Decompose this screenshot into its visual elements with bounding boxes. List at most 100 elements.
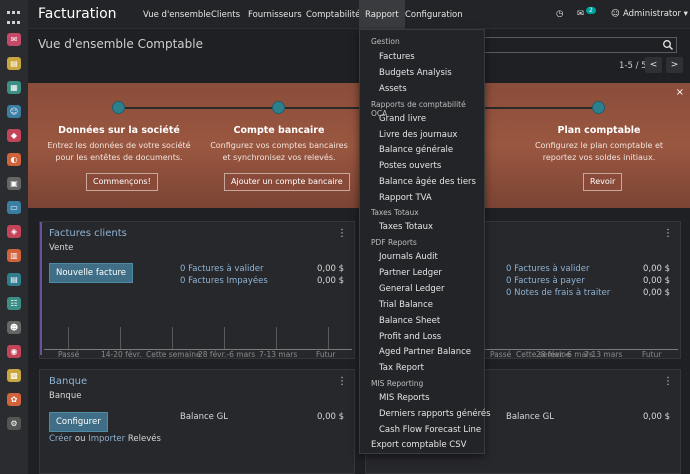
add-bank-account-button[interactable]: Ajouter un compte bancaire (224, 173, 350, 191)
step-title-chart: Plan comptable (557, 125, 641, 136)
review-button[interactable]: Revoir (583, 173, 623, 191)
new-invoice-button[interactable]: Nouvelle facture (49, 263, 133, 283)
invoices-to-validate-amount: 0,00 $ (316, 264, 344, 274)
dropdown-item-trial-balance[interactable]: Balance générale (379, 145, 453, 155)
crm-app-icon[interactable]: ◆ (7, 129, 21, 142)
axis-label: Futur (642, 350, 662, 359)
balance-gl-label: Balance GL (506, 412, 554, 422)
step-dot-chart (592, 101, 605, 114)
step-desc-company: Entrez les données de votre société pour … (47, 141, 191, 162)
axis-label: Passé (58, 350, 80, 359)
card-subtitle: Banque (49, 391, 82, 401)
reporting-app-icon[interactable]: ▩ (7, 369, 21, 382)
pos-app-icon[interactable]: ▣ (7, 177, 21, 190)
axis-label: Futur (316, 350, 336, 359)
sales-app-icon[interactable]: ◐ (7, 153, 21, 166)
card-title[interactable]: Banque (49, 376, 87, 387)
create-statement-link[interactable]: Créer (49, 434, 72, 444)
dropdown-section-header: Gestion (371, 37, 400, 46)
settings-app-icon[interactable]: ⚙ (7, 417, 21, 430)
chevron-down-icon: ▾ (683, 9, 688, 19)
pager-value[interactable]: 1-5 / 5 (619, 61, 647, 71)
dropdown-item-vat-report[interactable]: Rapport TVA (379, 193, 432, 203)
dropdown-item-profit-loss[interactable]: Profit and Loss (379, 332, 441, 342)
contacts-app-icon[interactable]: ☺ (7, 105, 21, 118)
axis-label: Passé (490, 350, 512, 359)
dropdown-item-latest-reports[interactable]: Derniers rapports générés (379, 409, 491, 419)
card-options-icon[interactable]: ⋮ (337, 376, 347, 387)
close-icon[interactable]: × (676, 87, 684, 98)
dropdown-item-taxes-totals[interactable]: Taxes Totaux (379, 222, 433, 232)
menu-reporting[interactable]: Rapport (359, 0, 405, 29)
top-navbar: Facturation Vue d'ensemble Clients Fourn… (28, 0, 690, 29)
axis-label: 14-20 févr. (101, 350, 142, 359)
axis-label: 7-13 mars (259, 350, 298, 359)
user-menu[interactable]: Administrator ▾ (623, 9, 688, 19)
employees-app-icon[interactable]: ☷ (7, 297, 21, 310)
chart-bar (328, 327, 329, 349)
dropdown-item-balance-sheet[interactable]: Balance Sheet (379, 316, 440, 326)
chart-bar (276, 327, 277, 349)
hr-app-icon[interactable]: ☻ (7, 321, 21, 334)
activity-clock-icon[interactable]: ◷ (556, 9, 563, 19)
pager-previous-button[interactable]: < (645, 57, 662, 73)
card-options-icon[interactable]: ⋮ (337, 228, 347, 239)
dropdown-item-journal-ledger[interactable]: Livre des journaux (379, 130, 457, 140)
purchase-app-icon[interactable]: ▤ (7, 273, 21, 286)
dropdown-item-pdf-trial-balance[interactable]: Trial Balance (379, 300, 433, 310)
user-avatar-icon[interactable]: ☺ (611, 9, 620, 19)
dropdown-item-budgets[interactable]: Budgets Analysis (379, 68, 452, 78)
dropdown-item-pdf-general-ledger[interactable]: General Ledger (379, 284, 445, 294)
dropdown-item-tax-report[interactable]: Tax Report (379, 363, 424, 373)
card-title[interactable]: Factures clients (49, 228, 127, 239)
unpaid-invoices-link[interactable]: 0 Factures Impayées (180, 276, 268, 286)
menu-configuration[interactable]: Configuration (405, 10, 463, 20)
lets-start-button[interactable]: Commençons! (86, 173, 158, 191)
dropdown-item-journals-audit[interactable]: Journals Audit (379, 252, 438, 262)
chart-bar (68, 327, 69, 349)
dropdown-item-aged-partner-balance[interactable]: Aged Partner Balance (379, 347, 471, 357)
calendar-app-icon[interactable]: ▦ (7, 81, 21, 94)
menu-overview[interactable]: Vue d'ensemble (143, 10, 211, 20)
invoicing-app-icon[interactable]: ▭ (7, 201, 21, 214)
pager-next-button[interactable]: > (666, 57, 683, 73)
app-title[interactable]: Facturation (38, 6, 117, 22)
apps-app-icon[interactable]: ✿ (7, 393, 21, 406)
invoices-to-validate-link[interactable]: 0 Factures à valider (180, 264, 263, 274)
notes-app-icon[interactable]: ▤ (7, 57, 21, 70)
balance-gl-amount: 0,00 $ (642, 412, 670, 422)
statements-text: Relevés (127, 434, 161, 444)
axis-label: Cette semaine (146, 350, 201, 359)
dropdown-item-general-ledger[interactable]: Grand livre (379, 114, 426, 124)
dropdown-item-invoices[interactable]: Factures (379, 52, 415, 62)
configure-button[interactable]: Configurer (49, 412, 108, 432)
search-input[interactable] (483, 37, 677, 53)
inventory-app-icon[interactable]: ◈ (7, 225, 21, 238)
step-title-bank: Compte bancaire (233, 125, 325, 136)
documents-app-icon[interactable]: ▥ (7, 249, 21, 262)
expenses-to-process-link[interactable]: 0 Notes de frais à traiter (506, 288, 610, 298)
menu-vendors[interactable]: Fournisseurs (248, 10, 302, 20)
menu-customers[interactable]: Clients (211, 10, 240, 20)
bills-to-validate-link[interactable]: 0 Factures à valider (506, 264, 589, 274)
bills-to-pay-amount: 0,00 $ (642, 276, 670, 286)
discuss-app-icon[interactable]: ✉ (7, 33, 21, 46)
import-statement-link[interactable]: Importer (88, 434, 125, 444)
dropdown-item-aged-balance[interactable]: Balance âgée des tiers (379, 177, 476, 187)
card-options-icon[interactable]: ⋮ (663, 228, 673, 239)
menu-accounting[interactable]: Comptabilité (306, 10, 360, 20)
chat-count-badge: 2 (586, 7, 596, 14)
dropdown-item-cash-flow-forecast[interactable]: Cash Flow Forecast Line (379, 425, 481, 435)
search-icon[interactable] (662, 39, 674, 51)
dropdown-item-csv-export[interactable]: Export comptable CSV (371, 440, 466, 450)
card-color-stripe (40, 222, 42, 355)
dropdown-item-mis-reports[interactable]: MIS Reports (379, 393, 430, 403)
card-options-icon[interactable]: ⋮ (663, 376, 673, 387)
dropdown-item-partner-ledger[interactable]: Partner Ledger (379, 268, 442, 278)
bills-to-pay-link[interactable]: 0 Factures à payer (506, 276, 585, 286)
dropdown-item-open-items[interactable]: Postes ouverts (379, 161, 441, 171)
website-app-icon[interactable]: ◉ (7, 345, 21, 358)
apps-grid-icon[interactable] (6, 8, 22, 24)
chat-icon[interactable]: ✉ 2 (577, 7, 596, 19)
dropdown-item-assets[interactable]: Assets (379, 84, 407, 94)
